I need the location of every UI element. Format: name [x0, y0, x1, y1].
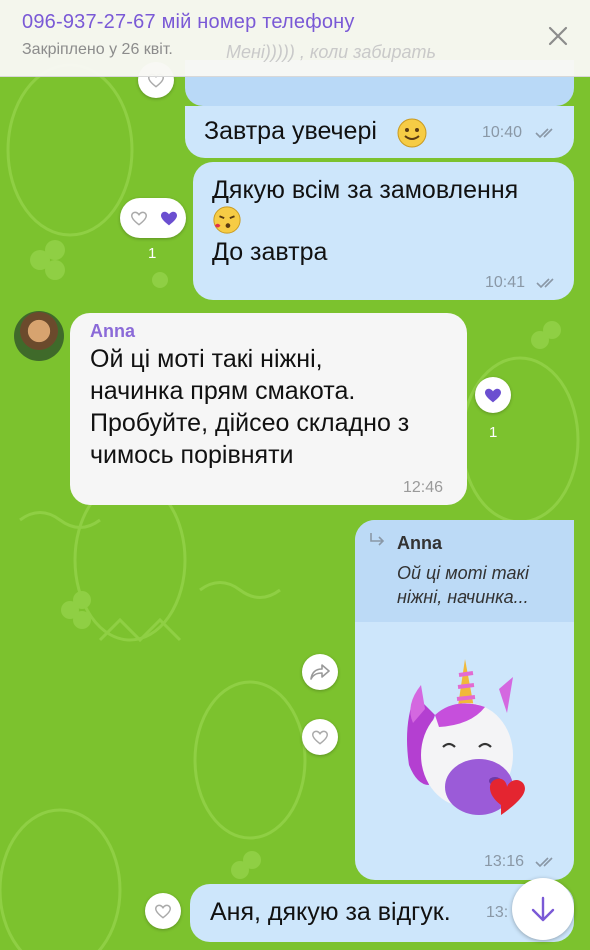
message-line-2: До завтра [212, 238, 328, 266]
pinned-message-bar[interactable]: Мені))))) , коли забирать 096-937-27-67 … [0, 0, 590, 77]
heart-filled-icon [485, 388, 501, 403]
message-line-1: Дякую всім за замовлення [212, 176, 519, 204]
message-text: Завтра увечері [204, 117, 377, 145]
share-button[interactable] [302, 654, 338, 690]
scroll-to-bottom-button[interactable] [512, 878, 574, 940]
slightly-smiling-face-emoji [397, 118, 427, 148]
pinned-subtitle: Закріплено у 26 квіт. [22, 41, 173, 58]
heart-reaction-button[interactable] [145, 893, 181, 929]
reaction-count: 1 [148, 245, 157, 262]
heart-outline-icon [311, 730, 329, 745]
reply-sender-name: Anna [397, 533, 442, 553]
share-arrow-icon [310, 664, 330, 680]
message-time: 10:40 [482, 124, 523, 141]
reaction-group[interactable] [120, 198, 186, 238]
reply-preview-line-1: Ой ці моті такі [397, 563, 529, 583]
message-line-2: начинка прям смакота. [90, 377, 356, 405]
reply-preview-line-2: ніжні, начинка... [397, 587, 529, 607]
sender-name[interactable]: Anna [90, 321, 135, 342]
message-line-4: чимось порівняти [90, 441, 294, 469]
heart-filled-icon[interactable] [158, 207, 180, 229]
arrow-down-icon [531, 896, 555, 922]
heart-outline-icon[interactable] [129, 208, 149, 228]
avatar[interactable] [14, 311, 64, 361]
read-checkmarks-icon [535, 128, 553, 139]
read-checkmarks-icon [535, 857, 553, 868]
close-icon[interactable] [544, 22, 572, 50]
face-blowing-kiss-emoji [213, 206, 241, 234]
read-checkmarks-icon [536, 278, 554, 289]
pinned-ghost-text: Мені))))) , коли забирать [226, 42, 436, 62]
message-time: 10:41 [485, 274, 526, 291]
unicorn-heart-sticker[interactable] [395, 655, 545, 830]
heart-outline-icon [154, 904, 172, 919]
message-text: Аня, дякую за відгук. [210, 898, 451, 926]
heart-reaction-button[interactable] [475, 377, 511, 413]
message-line-1: Ой ці моті такі ніжні, [90, 345, 323, 373]
reaction-count: 1 [489, 424, 498, 441]
pinned-title[interactable]: 096-937-27-67 мій номер телефону [22, 11, 355, 34]
message-time: 13:16 [484, 853, 525, 870]
message-time: 13: [486, 904, 509, 921]
heart-reaction-button[interactable] [302, 719, 338, 755]
message-line-3: Пробуйте, дійсео складно з [90, 409, 410, 437]
message-time: 12:46 [403, 479, 444, 496]
reply-arrow-icon [370, 533, 385, 546]
